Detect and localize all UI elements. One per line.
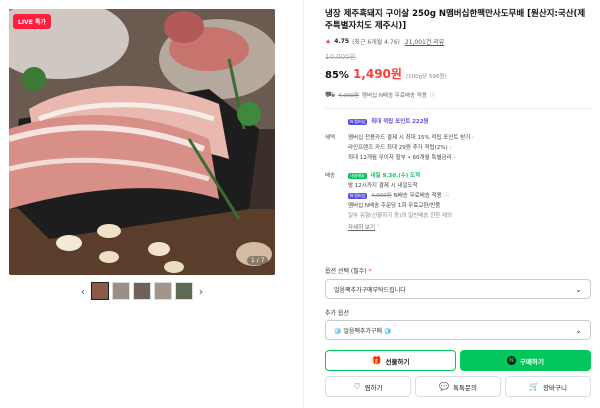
option-select[interactable]: 얼음팩추가구매부탁드립니다 ⌄ [325, 279, 591, 299]
live-sale-badge: LIVE 특가 [13, 14, 51, 29]
chevron-down-icon: ˅ [376, 225, 380, 231]
review-count-link[interactable]: 21,001건 리뷰 [405, 37, 444, 46]
thumbnail-2[interactable] [112, 282, 130, 300]
benefit-line-1[interactable]: 멤버십 전용카드 결제 시 최대 15% 적립 포인트 받기 › [348, 133, 593, 143]
thumbnail-prev-arrow[interactable]: ‹ [78, 285, 88, 298]
rating-note: (최근 6개월 4.76) [352, 39, 400, 46]
shipping-summary-text: 멤버십 N배송 무료배송 적용 [361, 93, 427, 99]
next-day-delivery-badge: 내일배송 [348, 172, 367, 179]
talk-inquiry-button[interactable]: 💬 톡톡문의 [415, 376, 501, 397]
discount-rate: 85% [325, 70, 349, 81]
benefit-row: 혜택 멤버십 전용카드 결제 시 최대 15% 적립 포인트 받기 › 라인프렌… [325, 133, 593, 163]
delivery-cutoff: 밤 12시까지 결제 시 내일도착 [348, 183, 418, 189]
rating-row: ★ 4.75 (최근 6개월 4.76) 21,001건 리뷰 [325, 37, 593, 47]
chevron-right-icon: › [453, 155, 456, 161]
extra-option-value: 얼음팩추가구매 [343, 327, 383, 335]
thumbnail-1[interactable] [91, 282, 109, 300]
column-divider [303, 0, 304, 408]
delivery-label: 배송 [325, 173, 336, 179]
info-icon[interactable]: ⓘ [443, 193, 449, 199]
product-title: 냉장 제주흑돼지 구이살 250g N맴버십한팩만사도무배 [원산지:국산(제주… [325, 9, 586, 31]
benefit-line-3[interactable]: 최대 12개월 무이자 할부 • 60개월 특별금리 › [348, 153, 593, 163]
thumbnail-4[interactable] [154, 282, 172, 300]
unit-price: (100g당 596원) [405, 74, 447, 80]
shipping-original-fee: 4,000원 [338, 93, 359, 99]
chevron-down-icon: ⌄ [575, 325, 582, 335]
thumbnail-5[interactable] [175, 282, 193, 300]
delivery-free-text: N배송 무료배송 적용 [393, 193, 442, 199]
arrival-date: 내일 9.30.(수) 도착 [370, 173, 421, 179]
npay-membership-badge: N 멤버십 [348, 118, 368, 125]
delivery-row: 배송 내일배송 내일 9.30.(수) 도착 밤 12시까지 결제 시 내일도착… [325, 171, 593, 233]
option-select-value: 얼음팩추가구매부탁드립니다 [334, 286, 406, 294]
price-row: 85% 1,490원 (100g당 596원) [325, 65, 593, 82]
npay-membership-badge: N 멤버십 [348, 192, 368, 199]
cart-icon: 🛒 [529, 382, 540, 391]
extra-option-select[interactable]: 🧊 얼음팩추가구매 🧊 ⌄ [325, 320, 591, 340]
ice-pack-icon: 🧊 [383, 327, 392, 335]
wish-button[interactable]: ♡ 찜하기 [325, 376, 411, 397]
delivery-line-4: 일부 유형(선물하기 등)외 일반배송 전환 제외 [348, 213, 453, 219]
buy-button[interactable]: N 구매하기 [460, 350, 591, 371]
heart-icon: ♡ [353, 382, 361, 391]
sale-price: 1,490원 [352, 67, 402, 81]
ice-pack-icon: 🧊 [334, 327, 342, 335]
delivery-line-3: 멤버십 N배송 주문당 1회 무료교환/반품 [348, 203, 441, 209]
star-icon: ★ [325, 37, 332, 46]
point-text: 최대 적립 포인트 [371, 119, 411, 125]
gift-button[interactable]: 🎁 선물하기 [325, 350, 456, 371]
chevron-right-icon: › [472, 135, 475, 141]
info-icon[interactable]: ⓘ [430, 91, 436, 99]
point-value: 222원 [412, 119, 429, 125]
naver-pay-icon: N [507, 356, 517, 365]
benefit-line-2[interactable]: 라인프렌즈 카드 최대 29원 추가 적립(2%) › [348, 143, 593, 153]
delivery-original-fee: 4,000원 [371, 193, 392, 199]
chat-bubble-icon: 💬 [439, 382, 450, 391]
required-mark: * [368, 268, 372, 275]
thumbnail-next-arrow[interactable]: › [196, 285, 206, 298]
shipping-summary: ⛟ 4,000원 멤버십 N배송 무료배송 적용 ⓘ [325, 90, 593, 100]
point-row: N 멤버십 최대 적립 포인트 222원 [325, 117, 593, 127]
chevron-right-icon: › [449, 145, 452, 151]
rating-value: 4.75 [334, 38, 350, 45]
chevron-down-icon: ⌄ [575, 284, 582, 294]
option-label: 옵션 선택 (필수) * [325, 268, 372, 275]
product-main-image[interactable] [9, 9, 275, 275]
original-price: 10,000원 [325, 53, 356, 61]
thumbnail-3[interactable] [133, 282, 151, 300]
benefit-label: 혜택 [325, 135, 336, 141]
section-divider [325, 108, 593, 109]
cart-button[interactable]: 🛒 장바구니 [505, 376, 591, 397]
gift-icon: 🎁 [371, 356, 382, 365]
truck-icon: ⛟ [325, 90, 336, 99]
image-counter: 1 / 7 [247, 256, 269, 265]
extra-option-label: 추가 옵션 [325, 310, 349, 317]
product-info-panel: 냉장 제주흑돼지 구이살 250g N맴버십한팩만사도무배 [원산지:국산(제주… [325, 8, 593, 233]
thumbnail-strip: ‹ › [78, 281, 208, 301]
delivery-detail-link[interactable]: 자세히 보기 [348, 225, 375, 231]
